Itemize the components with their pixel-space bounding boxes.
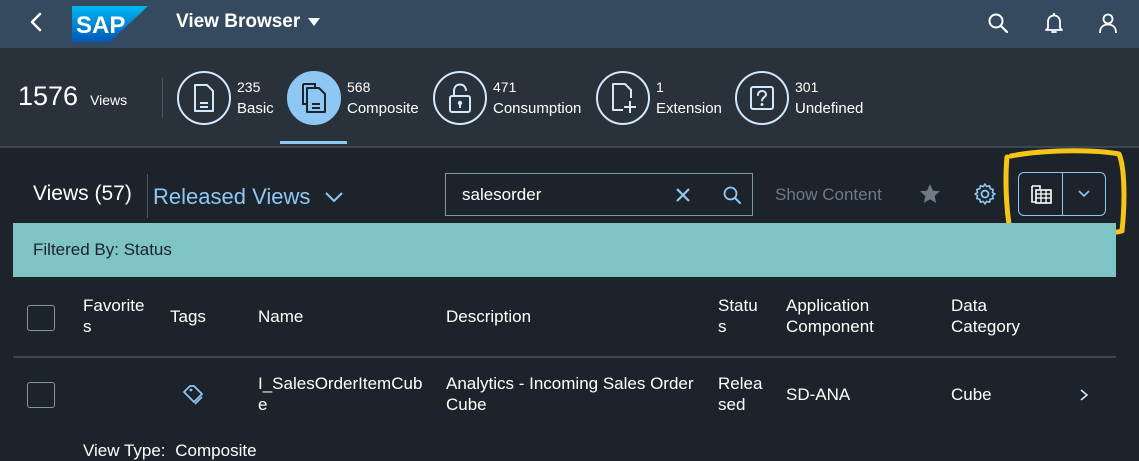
sap-logo[interactable]: SAP xyxy=(72,6,148,42)
star-icon[interactable] xyxy=(918,182,942,206)
chevron-right-icon[interactable] xyxy=(1077,388,1091,402)
column-header-tags[interactable]: Tags xyxy=(170,306,206,327)
view-status: Relea sed xyxy=(718,374,763,414)
views-toolbar: Views (57) Released Views salesorder Sho… xyxy=(0,148,1139,223)
table-row[interactable]: I_SalesOrderItemCub e Analytics - Incomi… xyxy=(13,360,1116,461)
category-label: Consumption xyxy=(493,100,582,117)
view-type: View Type: Composite xyxy=(83,440,257,461)
view-data-category: Cube xyxy=(951,385,992,404)
category-label: Undefined xyxy=(795,100,864,117)
category-count: 568 xyxy=(347,79,371,95)
question-icon xyxy=(750,86,774,110)
category-consumption[interactable]: 471 Consumption xyxy=(433,70,581,126)
view-type-value: Composite xyxy=(175,441,257,460)
total-count: 1576 xyxy=(18,81,79,111)
search-input[interactable]: salesorder xyxy=(462,185,541,205)
variant-label: Released Views xyxy=(153,184,311,209)
search-icon[interactable] xyxy=(986,11,1010,35)
document-icon xyxy=(194,84,214,112)
total-views: 1576 Views xyxy=(18,81,127,112)
category-label: Basic xyxy=(237,100,274,117)
search-icon[interactable] xyxy=(722,185,742,205)
back-icon[interactable] xyxy=(26,11,48,33)
column-header-application-component[interactable]: Application Component xyxy=(786,295,874,337)
search-field[interactable]: salesorder xyxy=(445,173,753,216)
row-checkbox[interactable] xyxy=(27,382,55,408)
caret-down-icon xyxy=(308,18,321,26)
variant-selector[interactable]: Released Views xyxy=(153,184,344,210)
category-count: 471 xyxy=(493,79,517,95)
filter-info-bar[interactable]: Filtered By: Status xyxy=(13,223,1116,277)
view-app-component: SD-ANA xyxy=(786,385,851,404)
view-type-label: View Type: xyxy=(83,441,166,460)
clear-icon[interactable] xyxy=(674,186,692,204)
category-count: 235 xyxy=(237,79,261,95)
category-undefined[interactable]: 301 Undefined xyxy=(735,70,863,126)
views-title: Views (57) xyxy=(33,182,132,205)
category-composite[interactable]: 568 Composite xyxy=(287,70,419,126)
logo-text: SAP xyxy=(76,12,125,39)
app-title-menu[interactable]: View Browser xyxy=(176,11,321,33)
category-extension[interactable]: 1 Extension xyxy=(596,70,722,126)
category-count: 301 xyxy=(795,79,819,95)
chevron-down-icon xyxy=(325,192,344,203)
category-label: Composite xyxy=(347,100,419,117)
select-all-checkbox[interactable] xyxy=(27,305,55,331)
tag-icon[interactable] xyxy=(181,383,205,407)
column-header-favorites[interactable]: Favorite s xyxy=(83,295,144,337)
documents-icon xyxy=(302,83,326,113)
user-icon[interactable] xyxy=(1096,11,1120,35)
column-header-status[interactable]: Statu s xyxy=(718,295,758,337)
category-count: 1 xyxy=(656,79,664,95)
unlocked-icon xyxy=(449,83,471,113)
active-category-indicator xyxy=(280,141,347,144)
table-header: Favorite s Tags Name Description Statu s… xyxy=(13,277,1116,358)
divider xyxy=(162,78,163,118)
column-header-data-category[interactable]: Data Category xyxy=(951,295,1020,337)
gear-icon[interactable] xyxy=(973,182,997,206)
total-label: Views xyxy=(90,92,128,108)
add-document-icon xyxy=(612,83,636,113)
filter-text: Filtered By: Status xyxy=(33,240,172,259)
views-table: Favorite s Tags Name Description Statu s… xyxy=(13,277,1116,461)
view-summary-header: 1576 Views 235 Basic 568 Composite 471 C… xyxy=(0,48,1139,147)
category-label: Extension xyxy=(656,100,722,117)
app-title: View Browser xyxy=(176,11,301,32)
view-name[interactable]: I_SalesOrderItemCub e xyxy=(258,373,422,415)
divider xyxy=(147,174,148,218)
column-header-name[interactable]: Name xyxy=(258,306,303,327)
shell-bar: SAP View Browser xyxy=(0,0,1139,48)
column-header-description[interactable]: Description xyxy=(446,306,531,327)
show-content-button[interactable]: Show Content xyxy=(775,185,882,205)
view-description: Analytics - Incoming Sales Order Cube xyxy=(446,374,694,414)
category-basic[interactable]: 235 Basic xyxy=(177,70,274,126)
bell-icon[interactable] xyxy=(1042,11,1066,35)
